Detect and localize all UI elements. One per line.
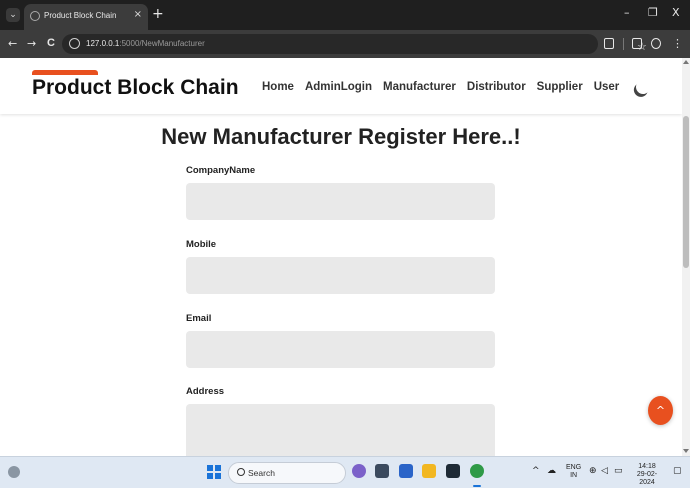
battery-icon[interactable]: ▭ bbox=[614, 466, 623, 476]
company-name-input[interactable] bbox=[186, 183, 495, 220]
nav-adminlogin[interactable]: AdminLogin bbox=[305, 81, 372, 93]
network-icon[interactable]: ⊕ bbox=[589, 466, 597, 476]
side-panel-icon[interactable] bbox=[632, 38, 642, 49]
clock[interactable]: 14:18 29-02-2024 bbox=[630, 463, 664, 487]
mobile-label: Mobile bbox=[186, 239, 217, 250]
restore-button[interactable]: ❐ bbox=[648, 6, 658, 19]
url-text: 127.0.0.1:5000/NewManufacturer bbox=[86, 39, 205, 48]
language-indicator[interactable]: ENG IN bbox=[566, 464, 581, 480]
forward-button[interactable]: → bbox=[27, 37, 36, 50]
store-app-icon[interactable] bbox=[399, 464, 413, 478]
scroll-up-arrow-icon[interactable] bbox=[683, 60, 689, 64]
moon-icon[interactable] bbox=[634, 78, 652, 96]
weather-widget-icon[interactable] bbox=[8, 466, 20, 478]
notification-icon[interactable]: ▢ bbox=[673, 466, 682, 476]
main-nav: Home AdminLogin Manufacturer Distributor… bbox=[262, 81, 619, 93]
taskbar-search[interactable]: Search bbox=[228, 462, 346, 484]
browser-tab[interactable]: Product Block Chain × bbox=[24, 4, 148, 30]
volume-icon[interactable]: ◁ bbox=[601, 466, 608, 476]
profile-icon[interactable] bbox=[651, 38, 661, 49]
taskbar: Search ^ ☁ ENG IN ⊕ ◁ ▭ 14:18 29-02-2024 ▢ bbox=[0, 456, 690, 488]
onedrive-icon[interactable]: ☁ bbox=[547, 466, 556, 476]
language-code: ENG bbox=[566, 464, 582, 471]
chrome-active-indicator bbox=[473, 485, 481, 487]
site-header: Product Block Chain Home AdminLogin Manu… bbox=[0, 58, 682, 114]
url-host: 127.0.0.1 bbox=[86, 39, 120, 48]
task-view-icon[interactable] bbox=[375, 464, 389, 478]
clock-time: 14:18 bbox=[638, 463, 656, 470]
tab-favicon-icon bbox=[30, 11, 40, 21]
scroll-down-arrow-icon[interactable] bbox=[683, 449, 689, 453]
chrome-app-icon[interactable] bbox=[470, 464, 484, 478]
nav-user[interactable]: User bbox=[594, 81, 620, 93]
browser-toolbar: ← → C 127.0.0.1:5000/NewManufacturer ☆ ⋮ bbox=[0, 30, 690, 58]
site-info-icon[interactable] bbox=[69, 38, 80, 49]
email-label: Email bbox=[186, 313, 212, 324]
pycharm-app-icon[interactable] bbox=[446, 464, 460, 478]
browser-menu-button[interactable]: ⋮ bbox=[672, 37, 683, 50]
taskbar-search-placeholder: Search bbox=[248, 468, 275, 478]
search-icon bbox=[237, 468, 245, 476]
tab-close-icon[interactable]: × bbox=[134, 9, 142, 20]
form-title: New Manufacturer Register Here..! bbox=[161, 124, 521, 149]
page-scrollbar[interactable] bbox=[682, 58, 690, 456]
copilot-app-icon[interactable] bbox=[352, 464, 366, 478]
toolbar-divider bbox=[623, 38, 624, 50]
region-code: IN bbox=[570, 472, 578, 479]
site-logo[interactable]: Product Block Chain bbox=[32, 76, 239, 100]
nav-home[interactable]: Home bbox=[262, 81, 294, 93]
nav-distributor[interactable]: Distributor bbox=[467, 81, 526, 93]
company-name-label: CompanyName bbox=[186, 165, 256, 176]
file-explorer-icon[interactable] bbox=[422, 464, 436, 478]
reload-button[interactable]: C bbox=[47, 37, 55, 49]
close-window-button[interactable]: X bbox=[672, 6, 680, 19]
tab-search-button[interactable]: ⌄ bbox=[6, 8, 20, 22]
web-page: Product Block Chain Home AdminLogin Manu… bbox=[0, 58, 682, 456]
scroll-to-top-button[interactable]: ^ bbox=[648, 396, 673, 425]
windows-start-icon[interactable] bbox=[207, 465, 221, 479]
browser-tab-bar: ⌄ Product Block Chain × + – ❐ X bbox=[0, 0, 690, 30]
clock-date: 29-02-2024 bbox=[636, 471, 658, 486]
minimize-button[interactable]: – bbox=[624, 6, 630, 19]
back-button[interactable]: ← bbox=[8, 37, 17, 50]
tray-overflow-icon[interactable]: ^ bbox=[532, 466, 540, 476]
brand-accent-bar bbox=[32, 70, 98, 75]
address-label: Address bbox=[186, 386, 225, 397]
tab-title: Product Block Chain bbox=[44, 11, 117, 20]
email-input[interactable] bbox=[186, 331, 495, 368]
mobile-input[interactable] bbox=[186, 257, 495, 294]
url-path: :5000/NewManufacturer bbox=[119, 39, 205, 48]
nav-supplier[interactable]: Supplier bbox=[537, 81, 583, 93]
extensions-icon[interactable] bbox=[604, 38, 614, 49]
address-input[interactable] bbox=[186, 404, 495, 456]
address-bar[interactable]: 127.0.0.1:5000/NewManufacturer ☆ bbox=[62, 34, 647, 54]
nav-manufacturer[interactable]: Manufacturer bbox=[383, 81, 456, 93]
scrollbar-thumb[interactable] bbox=[683, 116, 689, 268]
new-tab-button[interactable]: + bbox=[152, 6, 164, 22]
